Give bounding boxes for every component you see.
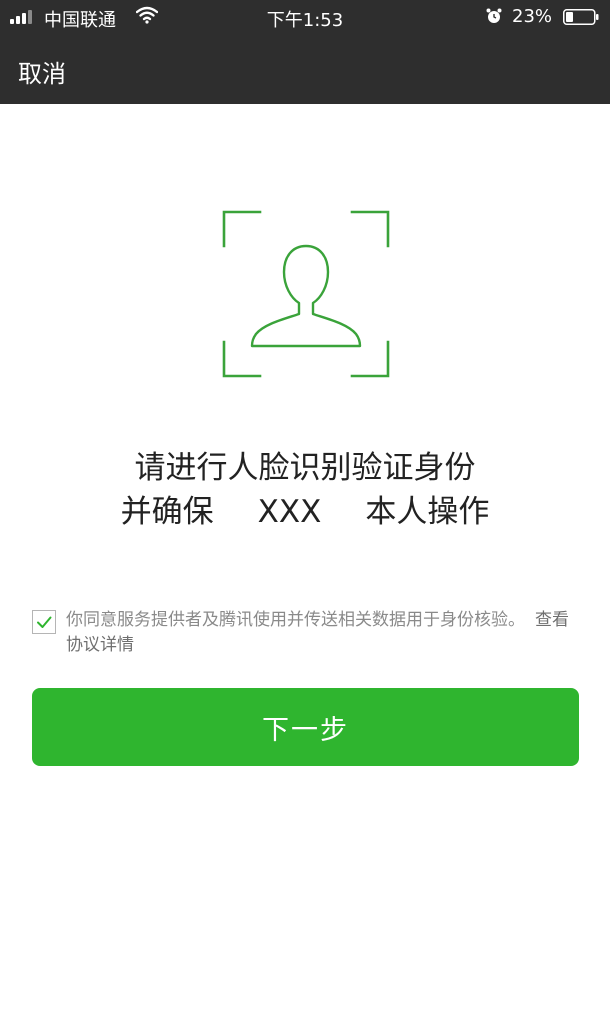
user-name: XXX bbox=[257, 494, 322, 530]
alarm-icon bbox=[486, 8, 502, 23]
face-prompt-line1: 请进行人脸识别验证身份 bbox=[134, 450, 476, 486]
next-step-button[interactable]: 下一步 bbox=[32, 688, 579, 766]
cancel-button[interactable]: 取消 bbox=[18, 54, 66, 89]
check-icon bbox=[37, 616, 52, 628]
status-bar: 中国联通 下午1:53 23% bbox=[0, 0, 610, 34]
agree-checkbox[interactable] bbox=[32, 610, 56, 634]
face-prompt-line2: 并确保 XXX 本人操作 bbox=[0, 490, 610, 534]
prompt-suffix: 本人操作 bbox=[365, 494, 490, 530]
agreement-text: 你同意服务提供者及腾讯使用并传送相关数据用于身份核验。 查看协议详情 bbox=[66, 608, 582, 658]
agreement-statement: 你同意服务提供者及腾讯使用并传送相关数据用于身份核验。 bbox=[66, 610, 525, 630]
face-scan-icon bbox=[222, 210, 390, 378]
battery-icon bbox=[563, 9, 599, 25]
top-bar: 中国联通 下午1:53 23% 取消 bbox=[0, 0, 610, 104]
prompt-prefix: 并确保 bbox=[120, 494, 214, 530]
battery-percent: 23% bbox=[512, 6, 553, 27]
nav-bar: 取消 bbox=[0, 34, 610, 104]
